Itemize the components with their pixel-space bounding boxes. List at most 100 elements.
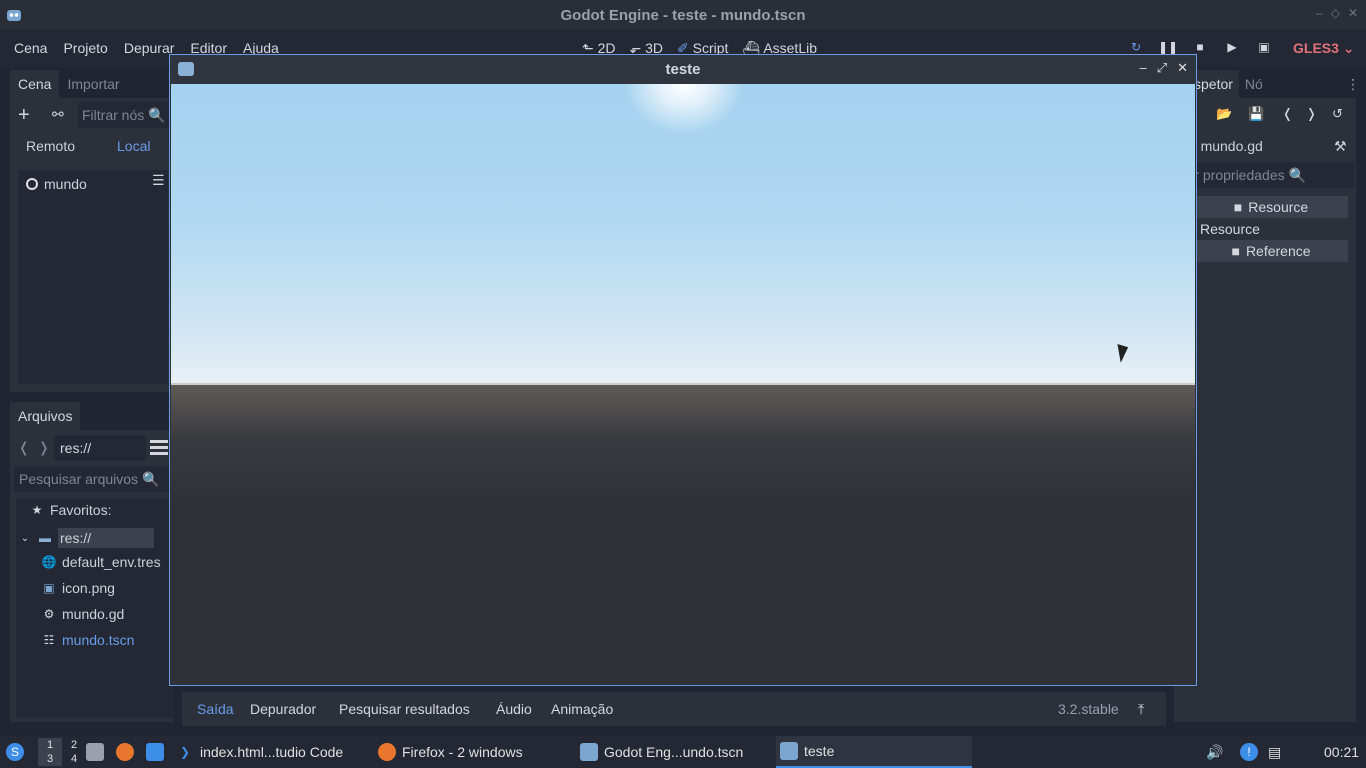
firefox-launcher-icon[interactable] [116, 736, 134, 768]
local-tab[interactable]: Local [117, 138, 150, 154]
os-title-bar: Godot Engine - teste - mundo.tscn ‒ ◇ ✕ [0, 0, 1366, 30]
tab-saida[interactable]: Saída [197, 701, 234, 717]
game-viewport[interactable] [171, 84, 1195, 684]
vscode-icon: ❯ [179, 745, 191, 759]
back-icon[interactable]: ❬ [18, 439, 30, 456]
pause-icon[interactable]: ❚❚ [1158, 39, 1178, 55]
scene-dock: Cena Importar + ⚯ Filtrar nós 🔍 Remoto L… [10, 70, 174, 392]
search-files-input[interactable]: Pesquisar arquivos 🔍 [14, 466, 174, 492]
godot-icon [580, 743, 598, 761]
task-firefox[interactable]: Firefox - 2 windows [378, 736, 523, 768]
favorites-item[interactable]: ★ Favoritos: [30, 502, 112, 518]
history-back-icon[interactable]: ❬ [1282, 106, 1293, 122]
scene-icon: ☷ [43, 633, 55, 647]
desktop-1[interactable]: 1 [38, 738, 62, 752]
godot-app-icon [6, 7, 22, 23]
file-mundo-tscn[interactable]: ☷ mundo.tscn [42, 632, 135, 648]
filter-nodes-input[interactable]: Filtrar nós 🔍 [78, 102, 174, 128]
chevron-down-icon: ⌄ [20, 532, 30, 544]
task-godot-editor[interactable]: Godot Eng...undo.tscn [580, 736, 743, 768]
remote-tab[interactable]: Remoto [26, 138, 75, 154]
taskbar: S 1 2 3 4 ❯ index.html...tudio Code Fire… [0, 736, 1366, 768]
gear-icon: ⚙ [43, 607, 55, 621]
section-reference[interactable]: ■ Reference [1194, 240, 1348, 262]
history-icon[interactable]: ↺ [1332, 106, 1343, 122]
task-vscode[interactable]: ❯ index.html...tudio Code [176, 736, 343, 768]
save-icon[interactable]: 💾 [1248, 106, 1264, 122]
script-icon[interactable]: ☰ [152, 172, 165, 189]
add-node-icon[interactable]: + [18, 104, 30, 127]
scene-tree: mundo ☰ [18, 170, 168, 384]
window-launcher-icon[interactable] [146, 736, 164, 768]
desktop-2[interactable]: 2 [62, 738, 86, 752]
stop-icon[interactable]: ■ [1192, 39, 1208, 55]
renderer-select[interactable]: GLES3 ⌄ [1293, 40, 1355, 57]
maximize-icon[interactable]: ◇ [1331, 6, 1340, 20]
open-folder-icon[interactable]: 📂 [1216, 106, 1232, 122]
object-label: › mundo.gd [1192, 138, 1263, 154]
godot-icon [780, 742, 798, 760]
bottom-panel: Saída Depurador Pesquisar resultados Áud… [182, 692, 1166, 726]
tab-pesquisar-resultados[interactable]: Pesquisar resultados [339, 701, 470, 717]
tab-cena[interactable]: Cena [10, 70, 60, 98]
property-resource: Resource [1200, 221, 1260, 237]
tree-node-mundo[interactable]: mundo [26, 176, 87, 192]
version-label: 3.2.stable [1058, 701, 1119, 717]
window-title: Godot Engine - teste - mundo.tscn [560, 6, 806, 24]
filter-properties-input[interactable]: trar propriedades 🔍 [1174, 162, 1354, 188]
tools-icon[interactable]: ⚒ [1334, 138, 1347, 155]
folder-icon: ▬ [39, 531, 51, 545]
history-forward-icon[interactable]: ❭ [1306, 106, 1317, 122]
star-icon: ★ [31, 503, 43, 517]
desktop-3[interactable]: 3 [38, 752, 62, 766]
expand-panel-icon[interactable]: ⤒ [1138, 701, 1144, 718]
close-icon[interactable]: ✕ [1348, 6, 1358, 20]
desktop-pager[interactable]: 1 2 3 4 [38, 738, 86, 766]
dock-menu-icon[interactable]: ⋮ [1346, 76, 1360, 93]
menu-projeto[interactable]: Projeto [55, 40, 115, 56]
file-manager-icon[interactable] [86, 736, 104, 768]
play-custom-icon[interactable]: ▣ [1256, 39, 1272, 55]
godot-window-icon [178, 62, 194, 76]
tab-depurador[interactable]: Depurador [250, 701, 316, 717]
node-icon [26, 178, 38, 190]
reload-icon[interactable]: ↻ [1128, 39, 1144, 55]
desktop-4[interactable]: 4 [62, 752, 86, 766]
clock: 00:21 [1324, 744, 1360, 760]
ground [171, 385, 1195, 684]
minimize-icon[interactable]: – [1139, 60, 1146, 76]
start-menu-icon[interactable]: S [6, 736, 24, 768]
network-icon[interactable]: ▤ [1268, 736, 1281, 768]
file-default-env[interactable]: 🌐 default_env.tres [42, 554, 161, 570]
maximize-icon[interactable]: ⤢ [1157, 60, 1167, 76]
image-icon: ▣ [43, 581, 55, 595]
link-icon[interactable]: ⚯ [52, 106, 64, 123]
cube-icon: ■ [1231, 243, 1240, 259]
list-view-icon[interactable] [150, 440, 168, 456]
game-window-titlebar[interactable]: teste – ⤢ ✕ [170, 55, 1196, 84]
tab-arquivos[interactable]: Arquivos [10, 402, 81, 430]
game-window-title: teste [665, 61, 701, 78]
tab-no[interactable]: Nó [1239, 70, 1269, 98]
path-field[interactable]: res:// [54, 435, 146, 461]
tab-audio[interactable]: Áudio [496, 701, 532, 717]
volume-icon[interactable]: 🔊 [1206, 736, 1223, 768]
globe-icon: 🌐 [41, 555, 57, 569]
game-window: teste – ⤢ ✕ [169, 54, 1197, 686]
tab-importar[interactable]: Importar [59, 70, 127, 98]
close-icon[interactable]: ✕ [1177, 60, 1188, 76]
folder-res[interactable]: ⌄ ▬ res:// [18, 528, 154, 548]
file-icon-png[interactable]: ▣ icon.png [42, 580, 115, 596]
tab-animacao[interactable]: Animação [551, 701, 613, 717]
inspector-dock: spetor Nó ⋮ 📂 💾 ❬ ❭ ↺ › mundo.gd ⚒ trar … [1174, 70, 1360, 722]
notification-icon[interactable]: ! [1240, 736, 1258, 768]
menu-cena[interactable]: Cena [6, 40, 55, 56]
section-resource[interactable]: ■ Resource [1194, 196, 1348, 218]
forward-icon[interactable]: ❭ [38, 439, 50, 456]
task-teste[interactable]: teste [776, 736, 972, 768]
sky [171, 84, 1195, 384]
file-mundo-gd[interactable]: ⚙ mundo.gd [42, 606, 125, 622]
play-scene-icon[interactable]: ▶ [1224, 39, 1240, 55]
minimize-icon[interactable]: ‒ [1316, 6, 1323, 20]
filesystem-dock: Arquivos ❬ ❭ res:// Pesquisar arquivos 🔍… [10, 402, 174, 722]
